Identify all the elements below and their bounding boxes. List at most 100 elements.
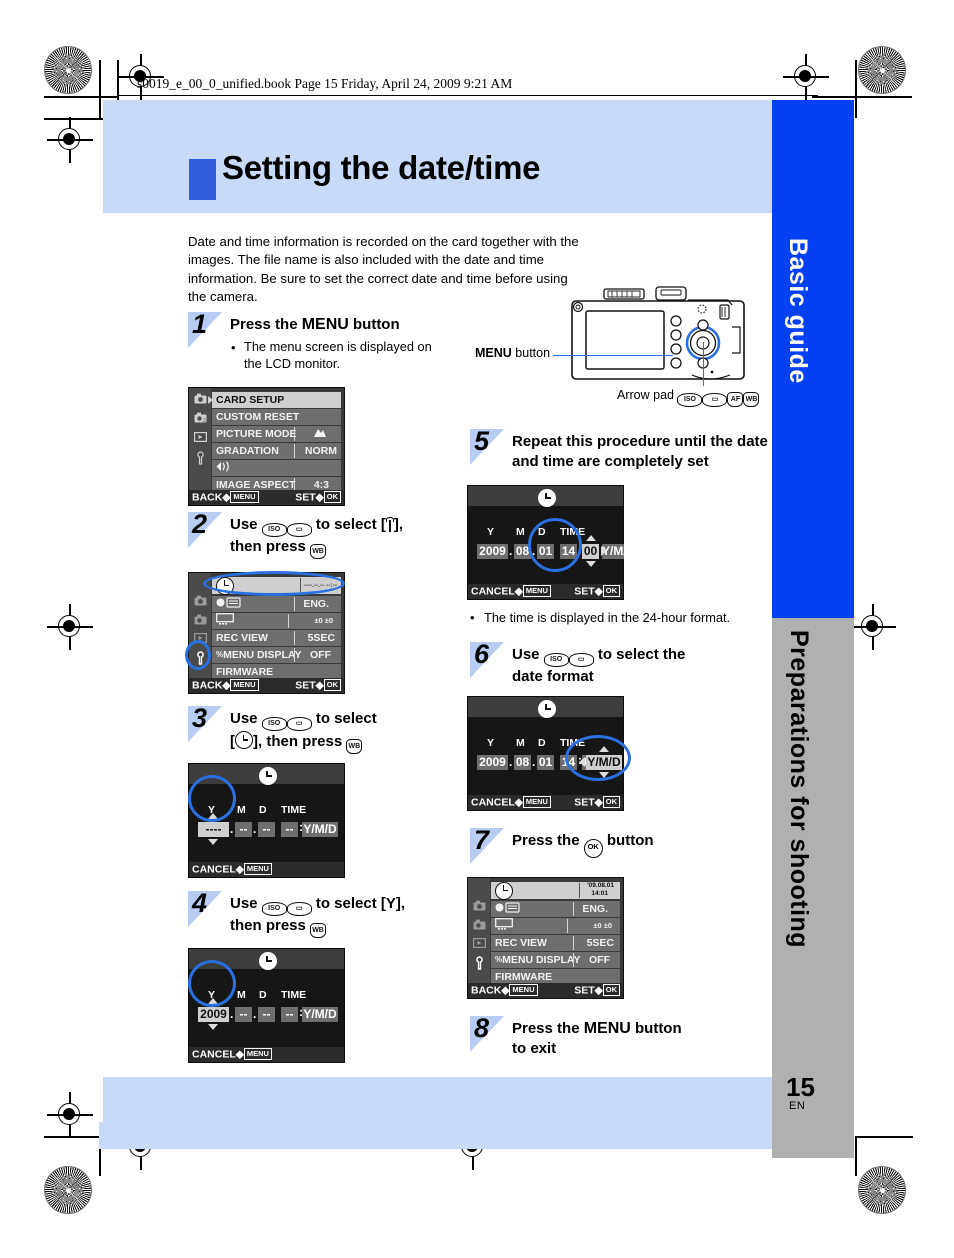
- menu-row-picture-mode-label: PICTURE MODE: [216, 427, 297, 440]
- datetime-hour-field[interactable]: --: [281, 1007, 298, 1022]
- svg-text:2: 2: [203, 418, 206, 423]
- step-5-bullet-dot: •: [470, 610, 475, 625]
- datetime-format-box[interactable]: Y/M/D: [302, 822, 338, 837]
- lcd-setup-menu-done: '09.08.01 14:01 ENG. ±0 ±0 REC VIEW 5SEC…: [467, 877, 624, 999]
- lcd-shooting-footer-set: SET◆ OK: [295, 491, 341, 504]
- menu-row-language-sep: [293, 597, 295, 611]
- menu-row-rec-view-sep: [572, 936, 574, 950]
- monitor-icon: [216, 613, 234, 628]
- datetime-dot-1: .: [230, 1007, 234, 1021]
- registration-mark-mr: [850, 604, 896, 650]
- datetime-dot-2: .: [253, 1007, 257, 1021]
- datetime-right-arrow[interactable]: [601, 546, 607, 556]
- datetime-footer-cancel: CANCEL◆ MENU: [192, 863, 272, 876]
- step-8-bold: MENU: [583, 1020, 631, 1037]
- menu-row-language[interactable]: ENG.: [491, 901, 620, 917]
- menu-row-menu-display[interactable]: % MENU DISPLAY OFF: [212, 647, 341, 663]
- menu-button-callout-suffix: button: [511, 346, 551, 360]
- card-icon: ▭: [286, 717, 312, 731]
- datetime-month-field[interactable]: --: [235, 822, 252, 837]
- datetime-footer: CANCEL◆ MENU: [189, 862, 344, 877]
- datetime-year-field[interactable]: 2009: [477, 755, 508, 770]
- step-8-heading: Press the MENU button to exit: [512, 1019, 762, 1058]
- datetime-footer-cancel: CANCEL◆ MENU: [192, 1048, 272, 1061]
- rail-icon-wrench-selected[interactable]: [471, 956, 487, 970]
- menu-row-language[interactable]: ENG.: [212, 596, 341, 612]
- datetime-footer-cancel: CANCEL◆ MENU: [471, 585, 551, 598]
- footer-back-label: BACK: [192, 679, 223, 692]
- datetime-label-m: M: [237, 804, 246, 816]
- menu-row-rec-view[interactable]: REC VIEW 5SEC: [212, 630, 341, 646]
- footer-back-key: MENU: [230, 679, 259, 691]
- menu-row-clock[interactable]: '09.08.01 14:01: [491, 881, 620, 900]
- menu-row-language-value: ENG.: [303, 597, 329, 610]
- datetime-dot-1: .: [230, 822, 234, 836]
- title-left-notch: [103, 166, 139, 192]
- rail-icon-camera2: [471, 919, 487, 933]
- step-3-select: to select: [311, 710, 377, 727]
- clock-icon: [537, 700, 556, 718]
- lcd-shooting-menu: 2 CARD SETUP CUSTOM RESET PICTURE MODE G…: [188, 387, 345, 506]
- step-2-then-press: then press: [230, 538, 311, 555]
- menu-row-picture-mode-value: [313, 426, 327, 441]
- footer-band-left-edge: [99, 1122, 104, 1149]
- datetime-day-field[interactable]: 01: [537, 755, 554, 770]
- menu-row-rec-view-value: 5SEC: [307, 631, 335, 644]
- menu-row-rec-view[interactable]: REC VIEW 5SEC: [491, 935, 620, 951]
- card-icon: ▭: [568, 653, 594, 667]
- footer-back-key: MENU: [230, 491, 259, 503]
- footer-set-label: SET: [574, 796, 595, 809]
- datetime-minute-field[interactable]: 00: [582, 544, 599, 559]
- menu-row-monitor[interactable]: ±0 ±0: [491, 918, 620, 934]
- step-1-bullet-dot: •: [231, 340, 236, 355]
- datetime-up-arrow[interactable]: [586, 535, 596, 541]
- menu-row-menu-display[interactable]: % MENU DISPLAY OFF: [491, 952, 620, 968]
- step-6-heading: Use ISO ▭ to select the date format: [512, 645, 762, 687]
- datetime-clock-icon-wrap: [258, 767, 277, 787]
- menu-row-card-setup[interactable]: CARD SETUP: [212, 392, 341, 408]
- rail-icon-playback: [471, 938, 487, 952]
- step-8-suffix: button: [630, 1020, 682, 1037]
- footer-set-key: OK: [323, 491, 341, 503]
- highlight-year-field-2009: [188, 960, 236, 1007]
- datetime-format-box[interactable]: Y/M/D: [302, 1007, 338, 1022]
- datetime-minute-value: 00: [583, 544, 598, 558]
- menu-row-monitor-sep: [287, 614, 289, 628]
- datetime-month-field[interactable]: 08: [514, 755, 531, 770]
- menu-row-firmware-label: FIRMWARE: [495, 970, 553, 983]
- menu-row-picture-mode[interactable]: PICTURE MODE: [212, 426, 341, 442]
- clock-icon: [537, 489, 556, 507]
- ok-icon: OK: [583, 839, 603, 858]
- datetime-footer: CANCEL◆ MENU SET◆ OK: [468, 795, 623, 810]
- menu-row-monitor[interactable]: ±0 ±0: [212, 613, 341, 629]
- datetime-down-arrow[interactable]: [208, 1024, 218, 1030]
- datetime-year-value: ----: [205, 822, 222, 836]
- datetime-year-field[interactable]: ----: [198, 822, 229, 837]
- monitor-icon: [495, 918, 513, 933]
- datetime-day-field[interactable]: --: [258, 1007, 275, 1022]
- datetime-hour-field[interactable]: --: [281, 822, 298, 837]
- datetime-year-field[interactable]: 2009: [198, 1007, 229, 1022]
- arrowpad-callout-leader: [703, 342, 705, 386]
- menu-row-custom-reset[interactable]: CUSTOM RESET: [212, 409, 341, 425]
- datetime-label-d: D: [259, 989, 267, 1001]
- print-star-target-top-right: [858, 46, 906, 94]
- clock-icon: [258, 767, 277, 785]
- iso-icon: ISO: [261, 523, 287, 537]
- image-quality-icon: [216, 460, 232, 475]
- menu-row-menu-display-sep: [293, 648, 295, 662]
- registration-mark-bl: [47, 1092, 93, 1138]
- datetime-label-m: M: [516, 526, 525, 538]
- datetime-month-field[interactable]: --: [235, 1007, 252, 1022]
- datetime-day-value: --: [262, 1007, 271, 1021]
- datetime-footer: CANCEL◆ MENU SET◆ OK: [468, 584, 623, 599]
- datetime-down-arrow[interactable]: [586, 561, 596, 567]
- menu-row-image-quality[interactable]: [212, 460, 341, 476]
- datetime-day-field[interactable]: --: [258, 822, 275, 837]
- datetime-year-field[interactable]: 2009: [477, 544, 508, 559]
- lcd-shooting-footer-back: BACK◆ MENU: [192, 491, 259, 504]
- menu-row-gradation[interactable]: GRADATION NORM: [212, 443, 341, 459]
- datetime-label-y: Y: [487, 526, 495, 538]
- datetime-down-arrow[interactable]: [208, 839, 218, 845]
- step-2-number: 2: [192, 509, 208, 539]
